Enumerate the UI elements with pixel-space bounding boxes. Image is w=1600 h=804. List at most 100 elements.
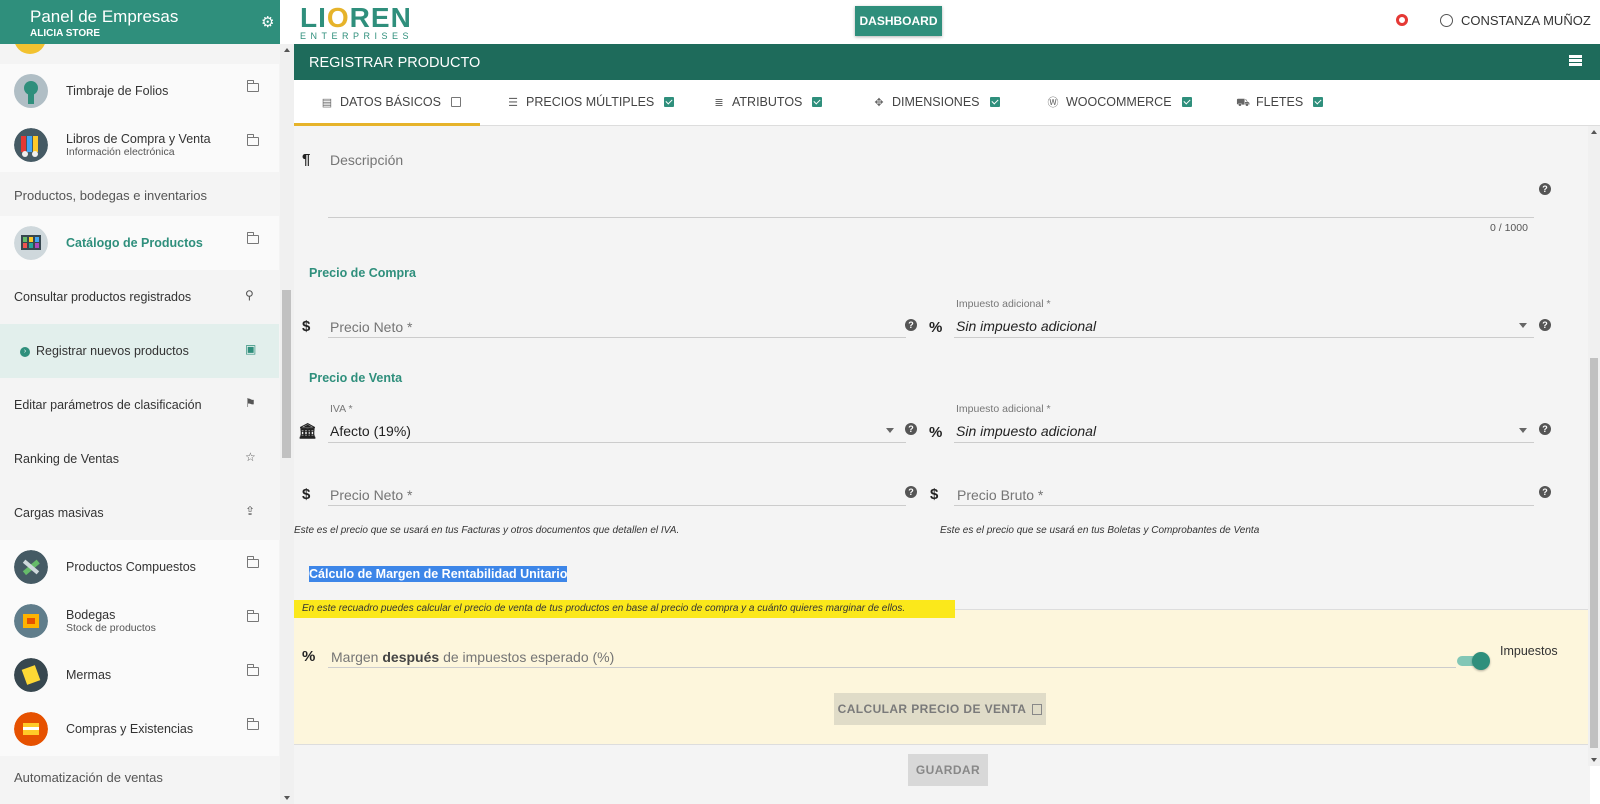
tab-label: WOOCOMMERCE — [1066, 95, 1172, 109]
help-icon[interactable]: ? — [1539, 423, 1551, 435]
top-bar: LIOREN ENTERPRISES DASHBOARD CONSTANZA M… — [280, 0, 1600, 44]
folder-icon — [247, 556, 259, 568]
waste-icon — [14, 658, 48, 692]
page-header: REGISTRAR PRODUCTO — [294, 44, 1600, 80]
margin-input[interactable]: Margen después de impuestos esperado (%) — [331, 649, 614, 665]
sidebar-item-catalogo[interactable]: Catálogo de Productos — [0, 216, 279, 270]
sidebar-item-mermas[interactable]: Mermas — [0, 648, 279, 702]
sidebar-item-editar[interactable]: Editar parámetros de clasificación ⚑ — [0, 378, 279, 432]
gear-icon[interactable]: ⚙ — [261, 13, 274, 31]
description-underline — [328, 217, 1534, 218]
sidebar-item-bodegas[interactable]: Bodegas Stock de productos — [0, 594, 279, 648]
stamp-icon — [14, 74, 48, 108]
dollar-icon: $ — [302, 486, 311, 503]
help-icon[interactable]: ? — [1539, 486, 1551, 498]
save-button[interactable]: GUARDAR — [908, 754, 988, 786]
sidebar-scrollbar[interactable] — [280, 44, 294, 804]
chevron-right-icon: › — [20, 347, 30, 357]
compra-neto-input[interactable]: Precio Neto * — [330, 319, 412, 335]
compra-impuesto-select[interactable]: Sin impuesto adicional — [956, 318, 1096, 334]
chevron-down-icon[interactable] — [1519, 428, 1527, 433]
sidebar: Panel de Empresas ALICIA STORE ⚙ Timbraj… — [0, 0, 280, 804]
description-field[interactable]: Descripción — [330, 152, 403, 168]
sidebar-item-ranking[interactable]: Ranking de Ventas ☆ — [0, 432, 279, 486]
venta-neto-input[interactable]: Precio Neto * — [330, 487, 412, 503]
scrollbar-thumb[interactable] — [1590, 358, 1598, 748]
help-icon[interactable]: ? — [905, 486, 917, 498]
scrollbar-thumb[interactable] — [282, 290, 291, 458]
toggle-knob — [1472, 652, 1490, 670]
folder-icon — [247, 610, 259, 622]
help-icon[interactable]: ? — [905, 319, 917, 331]
scroll-down-icon[interactable] — [284, 796, 290, 800]
list-menu-icon[interactable] — [1569, 55, 1582, 66]
checkbox-checked-icon[interactable] — [1181, 97, 1192, 107]
sidebar-item-registrar[interactable]: › Registrar nuevos productos ▣ — [0, 324, 279, 378]
percent-icon: % — [929, 319, 943, 336]
checkbox-checked-icon[interactable] — [812, 97, 823, 107]
chevron-down-icon[interactable] — [886, 428, 894, 433]
scroll-up-icon[interactable] — [284, 48, 290, 52]
sidebar-header: Panel de Empresas ALICIA STORE ⚙ — [0, 0, 280, 44]
logo-accent-letter: O — [326, 2, 350, 33]
warehouse-icon — [14, 604, 48, 638]
form-content: ¶ Descripción ? 0 / 1000 Precio de Compr… — [294, 126, 1590, 804]
margin-placeholder-post: de impuestos esperado (%) — [443, 649, 615, 665]
checkbox-checked-icon[interactable] — [664, 97, 675, 107]
sidebar-item-cargas[interactable]: Cargas masivas ⇪ — [0, 486, 279, 540]
logo[interactable]: LIOREN ENTERPRISES — [300, 2, 413, 41]
field-label: IVA * — [330, 403, 353, 415]
folder-icon — [247, 134, 259, 146]
user-menu[interactable]: CONSTANZA MUÑOZ — [1440, 13, 1591, 28]
main-scrollbar[interactable] — [1588, 126, 1600, 766]
tab-atributos[interactable]: ≣ ATRIBUTOS — [712, 80, 823, 126]
help-icon[interactable]: ? — [905, 423, 917, 435]
sidebar-item-sublabel: Información electrónica — [66, 146, 175, 158]
user-icon — [1440, 14, 1453, 27]
lifebuoy-icon[interactable] — [1396, 14, 1408, 26]
venta-impuesto-select[interactable]: Sin impuesto adicional — [956, 423, 1096, 439]
checkbox-icon[interactable] — [450, 97, 461, 107]
sidebar-item-libros[interactable]: Libros de Compra y Venta Información ele… — [0, 118, 279, 172]
margin-placeholder-bold: después — [382, 649, 440, 665]
sidebar-item-label: Registrar nuevos productos — [36, 344, 189, 358]
checkbox-checked-icon[interactable] — [989, 97, 1000, 107]
help-icon[interactable]: ? — [1539, 319, 1551, 331]
tab-woocommerce[interactable]: Ⓦ WOOCOMMERCE — [1046, 80, 1192, 126]
margin-placeholder-pre: Margen — [331, 649, 379, 665]
card-icon: ▤ — [321, 97, 333, 109]
margin-section-title: Cálculo de Margen de Rentabilidad Unitar… — [309, 566, 568, 582]
sidebar-item-sublabel: Stock de productos — [66, 622, 156, 634]
venta-neto-underline — [328, 505, 906, 506]
calculate-price-label: CALCULAR PRECIO DE VENTA — [837, 702, 1027, 716]
sidebar-item-compras[interactable]: Compras y Existencias — [0, 702, 279, 756]
calculate-price-button[interactable]: CALCULAR PRECIO DE VENTA — [834, 693, 1046, 725]
chevron-down-icon[interactable] — [1519, 323, 1527, 328]
compra-impuesto-underline — [954, 337, 1534, 338]
sidebar-item-consultar[interactable]: Consultar productos registrados ⚲ — [0, 270, 279, 324]
iva-select[interactable]: Afecto (19%) — [330, 423, 411, 439]
compra-neto-underline — [328, 337, 906, 338]
checkbox-checked-icon[interactable] — [1313, 97, 1324, 107]
percent-icon: % — [302, 648, 316, 665]
sidebar-item-compuestos[interactable]: Productos Compuestos — [0, 540, 279, 594]
books-icon — [14, 128, 48, 162]
sidebar-item-timbraje[interactable]: Timbraje de Folios — [0, 64, 279, 118]
page-title: REGISTRAR PRODUCTO — [309, 55, 481, 71]
taxes-toggle[interactable] — [1457, 652, 1490, 670]
dollar-icon: $ — [930, 486, 939, 503]
tab-fletes[interactable]: ⛟ FLETES — [1236, 80, 1324, 126]
calculator-icon — [1032, 704, 1043, 715]
tab-precios-multiples[interactable]: ☰ PRECIOS MÚLTIPLES — [506, 80, 675, 126]
folder-icon — [247, 80, 259, 92]
help-icon[interactable]: ? — [1539, 183, 1551, 195]
scroll-down-icon[interactable] — [1591, 758, 1597, 762]
dashboard-button[interactable]: DASHBOARD — [855, 6, 942, 36]
list-icon: ≣ — [714, 97, 724, 109]
venta-bruto-input[interactable]: Precio Bruto * — [957, 487, 1043, 503]
scroll-up-icon[interactable] — [1591, 130, 1597, 134]
sidebar-item-label: Editar parámetros de clasificación — [14, 398, 202, 412]
folder-icon — [247, 664, 259, 676]
tab-datos-basicos[interactable]: ▤ DATOS BÁSICOS — [294, 80, 480, 126]
tab-dimensiones[interactable]: ✥ DIMENSIONES — [872, 80, 1000, 126]
